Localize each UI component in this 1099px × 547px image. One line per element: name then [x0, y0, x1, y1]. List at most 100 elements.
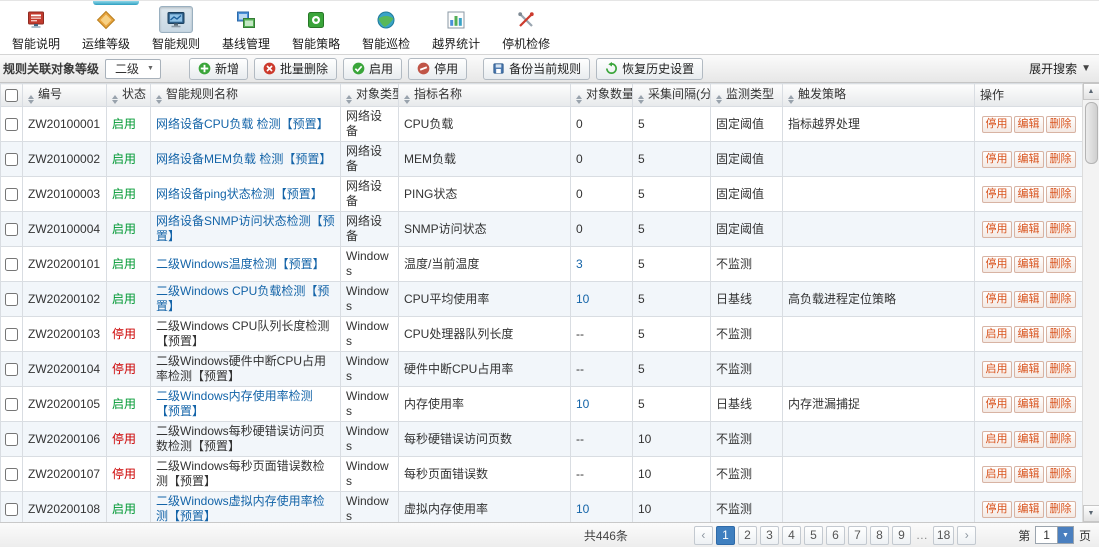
scroll-up-icon[interactable]: ▲: [1083, 83, 1099, 100]
toolbar-item-shutdown-maintenance[interactable]: 停机检修: [502, 6, 550, 52]
row-action-enable-button[interactable]: 启用: [982, 431, 1012, 448]
column-header-name[interactable]: 智能规则名称: [151, 84, 341, 107]
row-action-edit-button[interactable]: 编辑: [1014, 151, 1044, 168]
page-select-arrow-icon[interactable]: ▼: [1057, 527, 1073, 543]
object-count-link[interactable]: 3: [576, 257, 583, 271]
rule-name-link[interactable]: 二级Windows虚拟内存使用率检测【预置】: [156, 494, 325, 522]
toolbar-item-smart-description[interactable]: 智能说明: [12, 6, 60, 52]
sort-icon[interactable]: [346, 95, 352, 104]
page-button-1[interactable]: 1: [716, 526, 735, 545]
row-action-delete-button[interactable]: 删除: [1046, 221, 1076, 238]
row-checkbox[interactable]: [5, 503, 18, 516]
row-action-delete-button[interactable]: 删除: [1046, 326, 1076, 343]
row-checkbox[interactable]: [5, 118, 18, 131]
sort-icon[interactable]: [404, 95, 410, 104]
column-header-trigger[interactable]: 触发策略: [783, 84, 975, 107]
backup-rules-button[interactable]: 备份当前规则: [483, 58, 590, 80]
enable-button[interactable]: 启用: [343, 58, 402, 80]
page-button-2[interactable]: 2: [738, 526, 757, 545]
sort-icon[interactable]: [156, 95, 162, 104]
row-action-disable-button[interactable]: 停用: [982, 501, 1012, 518]
row-action-disable-button[interactable]: 停用: [982, 151, 1012, 168]
row-checkbox[interactable]: [5, 398, 18, 411]
page-button-3[interactable]: 3: [760, 526, 779, 545]
page-button-4[interactable]: 4: [782, 526, 801, 545]
row-action-delete-button[interactable]: 删除: [1046, 256, 1076, 273]
row-action-delete-button[interactable]: 删除: [1046, 116, 1076, 133]
row-action-delete-button[interactable]: 删除: [1046, 151, 1076, 168]
row-action-edit-button[interactable]: 编辑: [1014, 501, 1044, 518]
column-header-id[interactable]: 编号: [23, 84, 107, 107]
page-button-8[interactable]: 8: [870, 526, 889, 545]
sort-icon[interactable]: [576, 95, 582, 104]
column-header-object-count[interactable]: 对象数量: [571, 84, 633, 107]
row-checkbox[interactable]: [5, 328, 18, 341]
page-button-6[interactable]: 6: [826, 526, 845, 545]
column-header-operations[interactable]: 操作: [975, 84, 1083, 107]
toolbar-item-overrun-stats[interactable]: 越界统计: [432, 6, 480, 52]
row-action-disable-button[interactable]: 停用: [982, 256, 1012, 273]
page-button-18[interactable]: 18: [933, 526, 954, 545]
row-action-edit-button[interactable]: 编辑: [1014, 466, 1044, 483]
prev-page-button[interactable]: ‹: [694, 526, 713, 545]
row-action-edit-button[interactable]: 编辑: [1014, 116, 1044, 133]
next-page-button[interactable]: ›: [957, 526, 976, 545]
scrollbar-thumb[interactable]: [1085, 102, 1098, 164]
page-select[interactable]: 1 ▼: [1035, 526, 1074, 544]
column-header-monitor-type[interactable]: 监测类型: [711, 84, 783, 107]
row-checkbox[interactable]: [5, 188, 18, 201]
sort-icon[interactable]: [788, 95, 794, 104]
rule-name-link[interactable]: 网络设备SNMP访问状态检测【预置】: [156, 214, 335, 243]
row-checkbox[interactable]: [5, 363, 18, 376]
row-action-enable-button[interactable]: 启用: [982, 326, 1012, 343]
row-action-edit-button[interactable]: 编辑: [1014, 326, 1044, 343]
row-action-edit-button[interactable]: 编辑: [1014, 256, 1044, 273]
sort-icon[interactable]: [638, 95, 644, 104]
expand-search-toggle[interactable]: 展开搜索 ▼: [1029, 60, 1091, 77]
toolbar-item-baseline-mgmt[interactable]: 基线管理: [222, 6, 270, 52]
batch-delete-button[interactable]: 批量删除: [254, 58, 337, 80]
rule-name-link[interactable]: 网络设备ping状态检测【预置】: [156, 187, 323, 201]
column-header-status[interactable]: 状态: [107, 84, 151, 107]
row-action-delete-button[interactable]: 删除: [1046, 396, 1076, 413]
toolbar-item-smart-policy[interactable]: 智能策略: [292, 6, 340, 52]
row-action-edit-button[interactable]: 编辑: [1014, 361, 1044, 378]
toolbar-item-smart-rules[interactable]: 智能规则: [152, 6, 200, 52]
rule-name-link[interactable]: 二级Windows内存使用率检测【预置】: [156, 389, 313, 418]
page-button-7[interactable]: 7: [848, 526, 867, 545]
object-count-link[interactable]: 10: [576, 502, 589, 516]
row-action-disable-button[interactable]: 停用: [982, 396, 1012, 413]
row-checkbox[interactable]: [5, 223, 18, 236]
row-checkbox[interactable]: [5, 433, 18, 446]
column-header-object-type[interactable]: 对象类型: [341, 84, 399, 107]
rule-name-link[interactable]: 网络设备MEM负载 检测【预置】: [156, 152, 331, 166]
row-action-edit-button[interactable]: 编辑: [1014, 431, 1044, 448]
row-action-disable-button[interactable]: 停用: [982, 186, 1012, 203]
row-checkbox[interactable]: [5, 293, 18, 306]
row-action-delete-button[interactable]: 删除: [1046, 466, 1076, 483]
object-count-link[interactable]: 10: [576, 397, 589, 411]
row-checkbox[interactable]: [5, 153, 18, 166]
row-action-edit-button[interactable]: 编辑: [1014, 396, 1044, 413]
row-checkbox[interactable]: [5, 258, 18, 271]
sort-icon[interactable]: [112, 95, 118, 104]
sort-icon[interactable]: [28, 95, 34, 104]
level-select[interactable]: 二级 ▼: [105, 59, 161, 79]
row-action-enable-button[interactable]: 启用: [982, 466, 1012, 483]
rule-name-link[interactable]: 网络设备CPU负载 检测【预置】: [156, 117, 329, 131]
row-action-edit-button[interactable]: 编辑: [1014, 291, 1044, 308]
restore-history-button[interactable]: 恢复历史设置: [596, 58, 703, 80]
rule-name-link[interactable]: 二级Windows CPU负载检测【预置】: [156, 284, 329, 313]
add-button[interactable]: 新增: [189, 58, 248, 80]
rule-name-link[interactable]: 二级Windows温度检测【预置】: [156, 257, 325, 271]
select-all-checkbox[interactable]: [5, 89, 18, 102]
vertical-scrollbar[interactable]: ▲ ▼: [1082, 83, 1099, 522]
page-button-9[interactable]: 9: [892, 526, 911, 545]
object-count-link[interactable]: 10: [576, 292, 589, 306]
column-header-indicator[interactable]: 指标名称: [399, 84, 571, 107]
row-action-enable-button[interactable]: 启用: [982, 361, 1012, 378]
row-action-delete-button[interactable]: 删除: [1046, 361, 1076, 378]
scroll-down-icon[interactable]: ▼: [1083, 505, 1099, 522]
row-action-delete-button[interactable]: 删除: [1046, 291, 1076, 308]
sort-icon[interactable]: [716, 95, 722, 104]
